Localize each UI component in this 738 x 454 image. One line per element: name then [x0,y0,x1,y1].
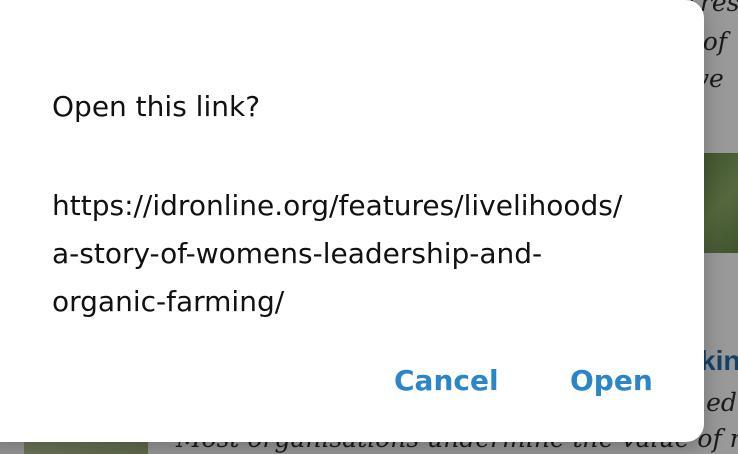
open-button[interactable]: Open [566,362,657,399]
dialog-url: https://idronline.org/features/livelihoo… [52,182,652,326]
dialog-title: Open this link? [52,90,261,123]
cancel-button[interactable]: Cancel [390,362,503,399]
url-line: organic-farming/ [52,285,285,318]
open-link-dialog: Open this link? https://idronline.org/fe… [0,0,704,442]
url-line: a-story-of-womens-leadership-and- [52,237,543,270]
url-line: https://idronline.org/features/livelihoo… [52,189,623,222]
